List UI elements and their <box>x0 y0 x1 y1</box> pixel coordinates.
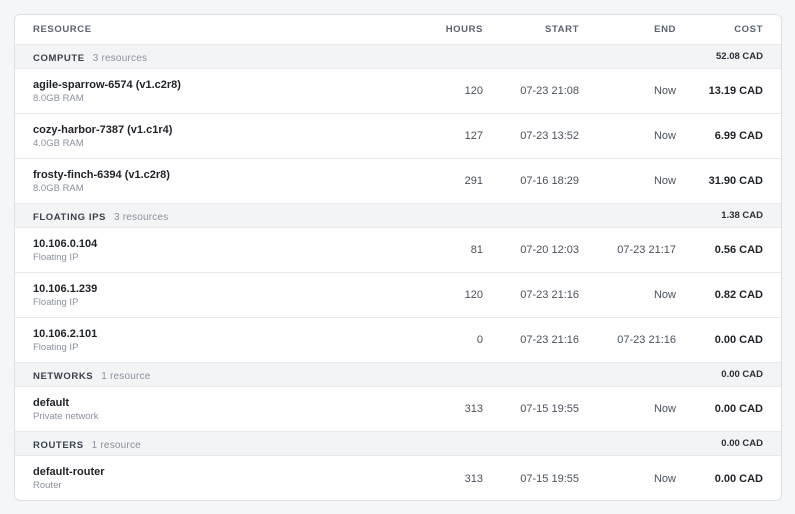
end-cell: 07-23 21:17 <box>617 244 676 256</box>
group-title: NETWORKS <box>33 370 94 382</box>
group-total: 1.38 CAD <box>721 210 763 221</box>
end-cell: Now <box>653 175 676 187</box>
resource-name[interactable]: 10.106.2.101 <box>33 327 97 341</box>
resource-subtitle: 8.0GB RAM <box>33 182 84 194</box>
table-row[interactable]: default Private network 313 07-15 19:55 N… <box>15 387 781 432</box>
cost-cell: 0.00 CAD <box>714 334 763 346</box>
resource-subtitle: Router <box>33 480 62 491</box>
resource-name[interactable]: cozy-harbor-7387 (v1.c1r4) <box>33 123 172 137</box>
resource-subtitle: Floating IP <box>33 296 79 308</box>
group-total: 52.08 CAD <box>716 51 763 62</box>
group-count: 1 resource <box>91 439 141 451</box>
group-row-routers: ROUTERS 1 resource 0.00 CAD <box>15 432 781 456</box>
end-cell: Now <box>653 289 676 301</box>
end-cell: Now <box>653 472 676 485</box>
column-header-end[interactable]: END <box>654 24 676 35</box>
group-row-floating-ips: FLOATING IPS 3 resources 1.38 CAD <box>15 204 781 228</box>
end-cell: Now <box>653 130 676 142</box>
end-cell: Now <box>653 403 676 415</box>
table-row[interactable]: agile-sparrow-6574 (v1.c2r8) 8.0GB RAM 12… <box>15 69 781 114</box>
start-cell: 07-15 19:55 <box>520 472 579 485</box>
table-row[interactable]: 10.106.2.101 Floating IP 0 07-23 21:16 07… <box>15 318 781 363</box>
column-header-cost[interactable]: COST <box>734 24 763 35</box>
usage-table: RESOURCE HOURS START END COST COMPUTE 3 r… <box>14 14 782 501</box>
table-row[interactable]: 10.106.0.104 Floating IP 81 07-20 12:03 0… <box>15 228 781 273</box>
table-header: RESOURCE HOURS START END COST <box>15 15 781 45</box>
start-cell: 07-16 18:29 <box>520 175 579 187</box>
resource-subtitle: 4.0GB RAM <box>33 137 84 149</box>
column-header-start[interactable]: START <box>545 24 579 35</box>
end-cell: 07-23 21:16 <box>617 334 676 346</box>
group-count: 3 resources <box>114 211 169 223</box>
table-row[interactable]: default-router Router 313 07-15 19:55 Now… <box>15 456 781 500</box>
resource-name[interactable]: agile-sparrow-6574 (v1.c2r8) <box>33 78 181 92</box>
start-cell: 07-23 21:08 <box>520 85 579 97</box>
hours-cell: 313 <box>464 472 483 485</box>
resource-subtitle: Floating IP <box>33 251 79 263</box>
cost-cell: 0.82 CAD <box>714 289 763 301</box>
group-title: COMPUTE <box>33 52 85 64</box>
cost-cell: 0.56 CAD <box>714 244 763 256</box>
resource-name[interactable]: 10.106.0.104 <box>33 237 97 251</box>
resource-subtitle: 8.0GB RAM <box>33 92 84 104</box>
resource-subtitle: Private network <box>33 410 99 422</box>
group-row-compute: COMPUTE 3 resources 52.08 CAD <box>15 45 781 69</box>
table-row[interactable]: cozy-harbor-7387 (v1.c1r4) 4.0GB RAM 127 … <box>15 114 781 159</box>
group-row-networks: NETWORKS 1 resource 0.00 CAD <box>15 363 781 387</box>
hours-cell: 313 <box>464 403 483 415</box>
resource-name[interactable]: default <box>33 396 98 410</box>
start-cell: 07-15 19:55 <box>520 403 579 415</box>
resource-subtitle: Floating IP <box>33 341 79 353</box>
end-cell: Now <box>653 85 676 97</box>
start-cell: 07-20 12:03 <box>520 244 579 256</box>
cost-cell: 6.99 CAD <box>714 130 763 142</box>
start-cell: 07-23 21:16 <box>520 289 579 301</box>
start-cell: 07-23 13:52 <box>520 130 579 142</box>
hours-cell: 127 <box>464 130 483 142</box>
group-title: ROUTERS <box>33 439 84 451</box>
hours-cell: 120 <box>464 289 483 301</box>
resource-name[interactable]: default-router <box>33 465 105 479</box>
group-total: 0.00 CAD <box>721 438 763 449</box>
hours-cell: 81 <box>470 244 483 256</box>
start-cell: 07-23 21:16 <box>520 334 579 346</box>
cost-cell: 13.19 CAD <box>708 85 763 97</box>
cost-cell: 31.90 CAD <box>708 175 763 187</box>
column-header-resource[interactable]: RESOURCE <box>33 24 92 35</box>
column-header-hours[interactable]: HOURS <box>446 24 483 35</box>
group-count: 3 resources <box>92 52 148 64</box>
hours-cell: 291 <box>464 175 483 187</box>
resource-name[interactable]: frosty-finch-6394 (v1.c2r8) <box>33 168 170 182</box>
hours-cell: 0 <box>476 334 483 346</box>
resource-name[interactable]: 10.106.1.239 <box>33 282 97 296</box>
cost-cell: 0.00 CAD <box>714 403 763 415</box>
cost-cell: 0.00 CAD <box>714 472 763 485</box>
table-row[interactable]: frosty-finch-6394 (v1.c2r8) 8.0GB RAM 291… <box>15 159 781 204</box>
group-count: 1 resource <box>101 370 151 382</box>
group-title: FLOATING IPS <box>33 211 106 223</box>
group-total: 0.00 CAD <box>721 369 763 380</box>
table-row[interactable]: 10.106.1.239 Floating IP 120 07-23 21:16 … <box>15 273 781 318</box>
hours-cell: 120 <box>464 85 483 97</box>
